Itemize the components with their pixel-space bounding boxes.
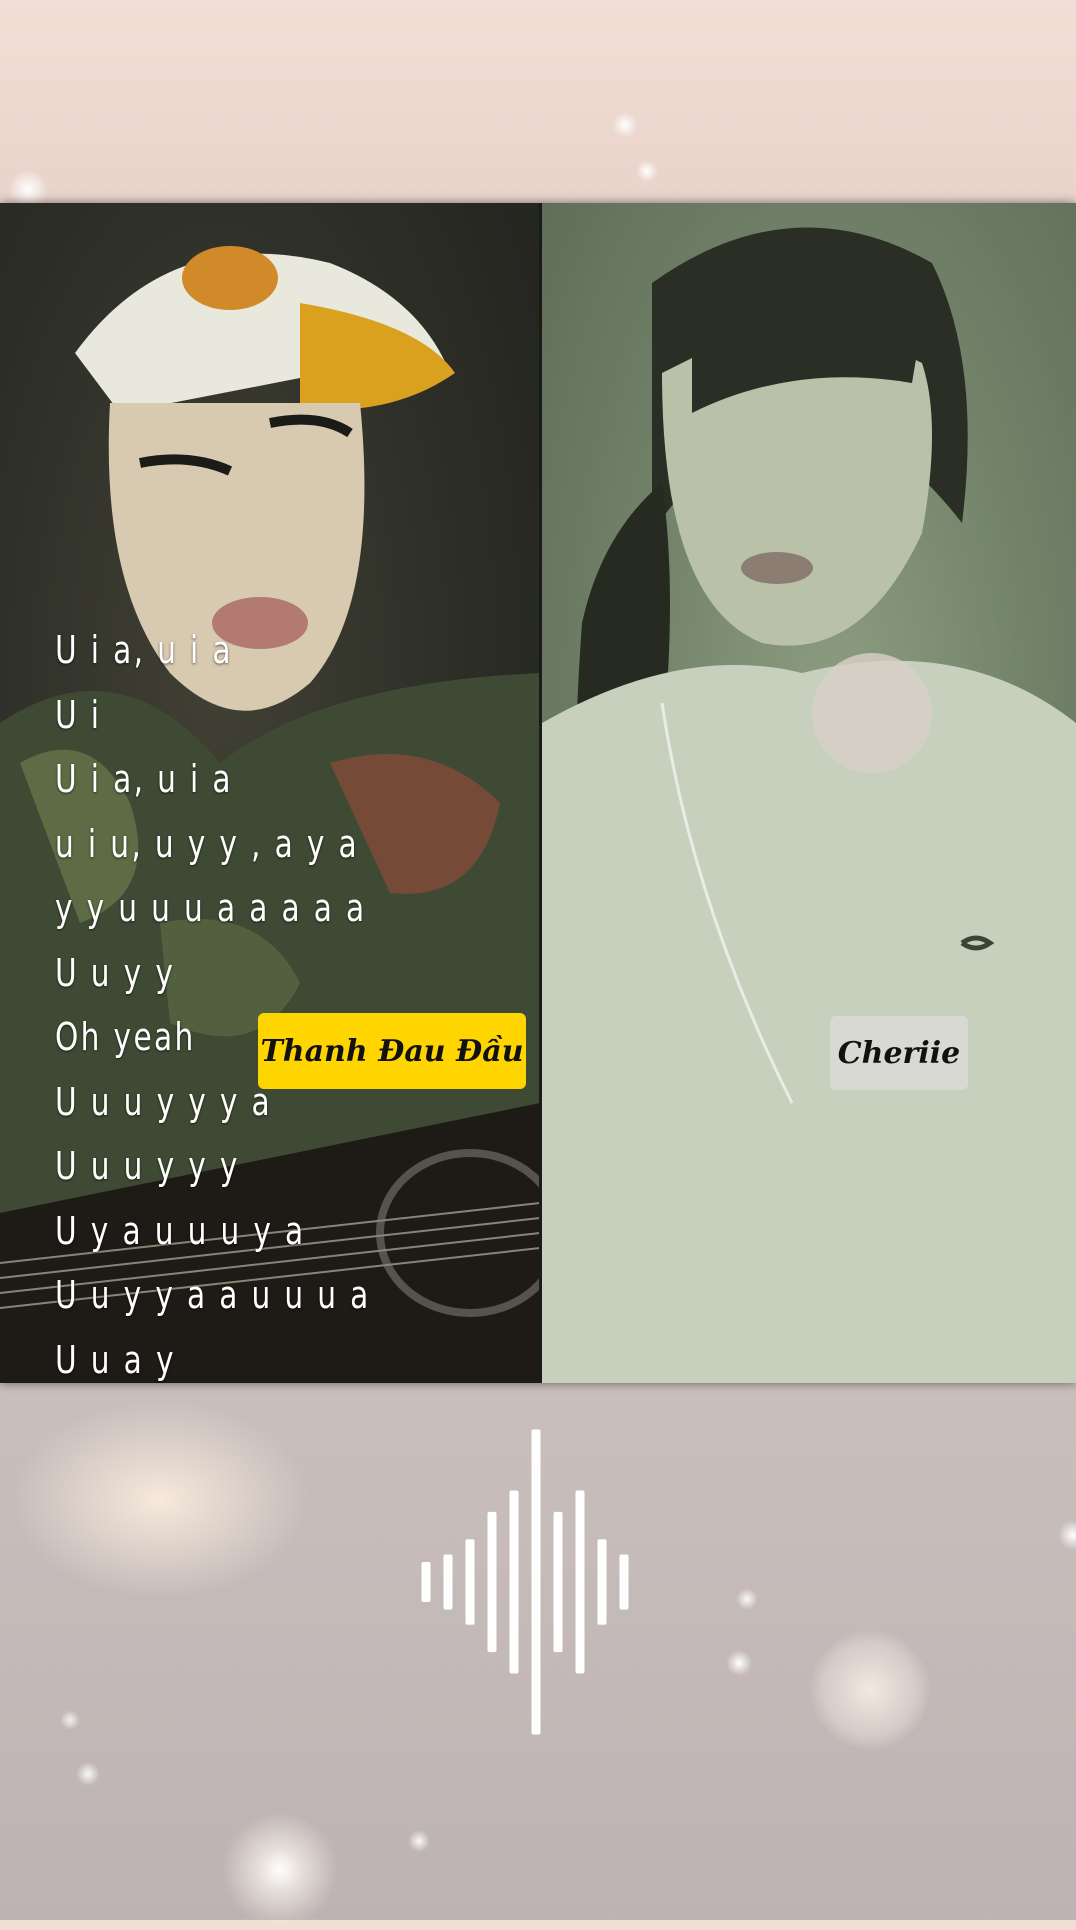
bokeh-light	[10, 1400, 310, 1600]
sound-wave-bar	[597, 1539, 607, 1625]
right-video-panel[interactable]: Cheriie	[542, 203, 1076, 1383]
bokeh-light	[810, 1630, 930, 1750]
bokeh-light	[612, 112, 638, 138]
lyric-line: U i a, u i a	[55, 628, 233, 672]
bokeh-light	[636, 160, 658, 182]
lyric-line: U u u y y y	[55, 1144, 240, 1188]
bokeh-light	[215, 1810, 345, 1930]
bokeh-light	[408, 1830, 430, 1852]
lyrics-list: U i a, u i a U i U i a, u i a u i u, u y…	[55, 618, 460, 1383]
lyric-line: U u y y a a u u u a	[55, 1273, 371, 1317]
sound-wave-bar	[509, 1490, 519, 1674]
bokeh-light	[736, 1588, 758, 1610]
sound-wave-bar	[553, 1511, 563, 1653]
duet-video[interactable]: U i a, u i a U i U i a, u i a u i u, u y…	[0, 203, 1076, 1383]
lyric-line: U u y y	[55, 950, 176, 995]
right-performer-silhouette	[542, 203, 1076, 1383]
bokeh-light	[76, 1762, 100, 1786]
sound-wave-bar	[465, 1539, 475, 1625]
left-video-panel[interactable]: U i a, u i a U i U i a, u i a u i u, u y…	[0, 203, 540, 1383]
lyric-line: y y u u u a a a a a	[55, 886, 367, 930]
right-singer-name-tag: Cheriie	[830, 1016, 968, 1090]
left-singer-name-tag: Thanh Đau Đầu	[258, 1013, 526, 1089]
sound-wave-bar	[443, 1554, 453, 1610]
sound-wave-bar	[619, 1554, 629, 1610]
bokeh-light	[60, 1710, 80, 1730]
sound-wave-bar	[487, 1511, 497, 1653]
lyric-line: U u a y	[55, 1337, 176, 1382]
sound-wave-bar	[575, 1490, 585, 1674]
lyric-line: U i	[55, 692, 102, 737]
bokeh-light	[1058, 1520, 1076, 1550]
lyric-line: U i a, u i a	[55, 757, 233, 801]
sound-wave-bar	[531, 1429, 541, 1735]
sound-wave-bar	[421, 1562, 431, 1602]
bokeh-light	[726, 1650, 752, 1676]
lyric-line: u i u, u y y , a y a	[55, 821, 359, 866]
lyric-line: U y a u u u y a	[55, 1208, 306, 1253]
